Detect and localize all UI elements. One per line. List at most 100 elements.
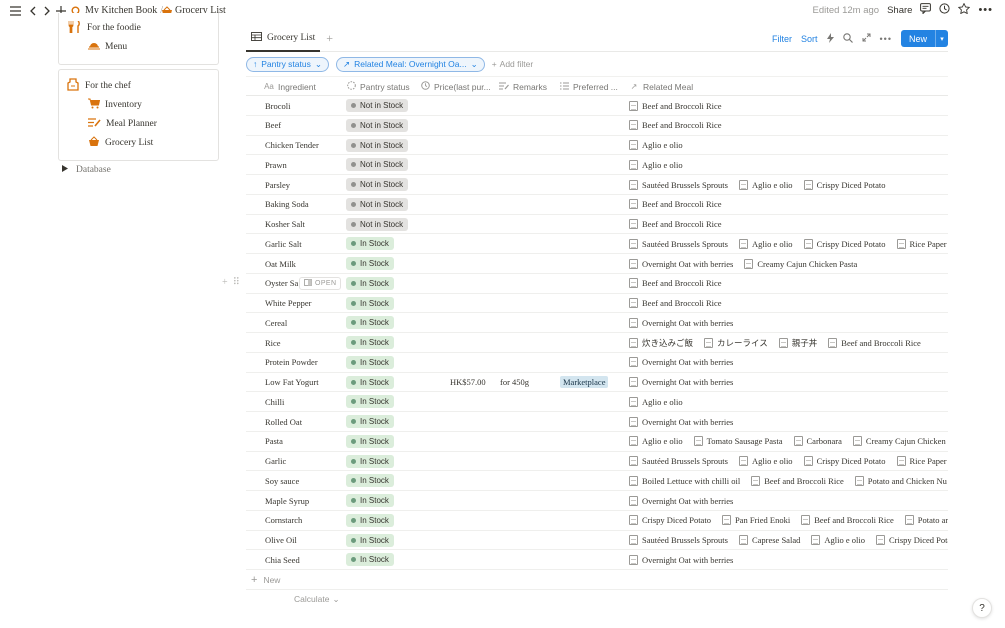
- related-meal-cell[interactable]: Beef and Broccoli Rice: [629, 195, 948, 214]
- ingredient-cell[interactable]: Chilli: [265, 392, 345, 411]
- ingredient-cell[interactable]: Baking Soda: [265, 195, 345, 214]
- table-row[interactable]: Chicken Tender Not in Stock Aglio e olio: [246, 136, 948, 156]
- price-cell[interactable]: [450, 531, 498, 550]
- table-row[interactable]: White Pepper In Stock Beef and Broccoli Ri…: [246, 294, 948, 314]
- ingredient-cell[interactable]: Parsley: [265, 175, 345, 194]
- preferred-cell[interactable]: [560, 274, 626, 293]
- pantry-status-cell[interactable]: In Stock: [346, 452, 418, 471]
- related-meal-cell[interactable]: Overnight Oat with berries: [629, 412, 948, 431]
- remarks-cell[interactable]: [500, 136, 556, 155]
- preferred-cell[interactable]: [560, 294, 626, 313]
- preferred-cell[interactable]: [560, 116, 626, 135]
- forward-arrow-icon[interactable]: [40, 4, 54, 18]
- ingredient-cell[interactable]: Chia Seed: [265, 550, 345, 569]
- price-cell[interactable]: [450, 432, 498, 451]
- related-meal-cell[interactable]: Beef and Broccoli Rice: [629, 215, 948, 234]
- remarks-cell[interactable]: [500, 254, 556, 273]
- remarks-cell[interactable]: [500, 432, 556, 451]
- price-cell[interactable]: [450, 274, 498, 293]
- table-row[interactable]: Garlic In Stock Sautéed Brussels Sprouts Ag…: [246, 452, 948, 472]
- price-cell[interactable]: [450, 353, 498, 372]
- calculate-button[interactable]: Calculate ⌄: [294, 592, 340, 606]
- preferred-cell[interactable]: [560, 392, 626, 411]
- pantry-status-cell[interactable]: In Stock: [346, 313, 418, 332]
- add-row-icon[interactable]: +: [222, 277, 228, 288]
- related-meal-link[interactable]: Overnight Oat with berries: [629, 554, 733, 565]
- ingredient-cell[interactable]: Pasta: [265, 432, 345, 451]
- related-meal-link[interactable]: Potato and: [904, 515, 948, 526]
- price-cell[interactable]: [450, 136, 498, 155]
- price-cell[interactable]: [450, 175, 498, 194]
- pantry-status-cell[interactable]: Not in Stock: [346, 155, 418, 174]
- remarks-cell[interactable]: [500, 274, 556, 293]
- menu-icon[interactable]: [8, 4, 22, 18]
- table-row[interactable]: Protein Powder In Stock Overnight Oat with…: [246, 353, 948, 373]
- related-meal-filter-chip[interactable]: ↗ Related Meal: Overnight Oa... ⌄: [335, 56, 485, 72]
- table-row[interactable]: + ⠿ Oyster Sa OPEN In Stock Beef and Broccoli…: [222, 274, 948, 294]
- preferred-cell[interactable]: [560, 136, 626, 155]
- pantry-status-cell[interactable]: In Stock: [346, 550, 418, 569]
- ingredient-cell[interactable]: Soy sauce: [265, 471, 345, 490]
- preferred-cell[interactable]: [560, 452, 626, 471]
- remarks-cell[interactable]: [500, 471, 556, 490]
- pantry-status-cell[interactable]: In Stock: [346, 531, 418, 550]
- table-row[interactable]: Chilli In Stock Aglio e olio: [246, 392, 948, 412]
- preferred-cell[interactable]: [560, 491, 626, 510]
- sort-button[interactable]: Sort: [801, 34, 818, 44]
- related-meal-cell[interactable]: Boiled Lettuce with chilli oil Beef and B…: [629, 471, 948, 490]
- preferred-cell[interactable]: [560, 313, 626, 332]
- related-meal-link[interactable]: Rice Paper D: [896, 456, 948, 466]
- remarks-cell[interactable]: [500, 550, 556, 569]
- related-meal-link[interactable]: Beef and Broccoli Rice: [828, 337, 921, 348]
- column-header-price[interactable]: Price(last pur...: [420, 77, 496, 96]
- table-row[interactable]: Maple Syrup In Stock Overnight Oat with be…: [246, 491, 948, 511]
- related-meal-cell[interactable]: Overnight Oat with berries: [629, 313, 948, 332]
- column-header-remarks[interactable]: Remarks: [499, 77, 557, 96]
- favorite-star-icon[interactable]: [958, 2, 971, 17]
- preferred-cell[interactable]: [560, 511, 626, 530]
- related-meal-cell[interactable]: Sautéed Brussels Sprouts Aglio e olio Cris…: [629, 234, 948, 253]
- table-row[interactable]: Soy sauce In Stock Boiled Lettuce with chi…: [246, 471, 948, 491]
- table-row[interactable]: Cereal In Stock Overnight Oat with berries: [246, 313, 948, 333]
- price-cell[interactable]: [450, 294, 498, 313]
- related-meal-link[interactable]: Overnight Oat with berries: [629, 258, 733, 269]
- related-meal-link[interactable]: Rice Paper D: [896, 238, 948, 249]
- related-meal-link[interactable]: Boiled Lettuce with chilli oil: [629, 475, 740, 486]
- ingredient-cell[interactable]: Brocoli: [265, 96, 345, 115]
- related-meal-cell[interactable]: Overnight Oat with berries Creamy Cajun C…: [629, 254, 948, 273]
- pantry-status-cell[interactable]: In Stock: [346, 294, 418, 313]
- related-meal-link[interactable]: 炊き込みご飯: [629, 337, 693, 349]
- price-cell[interactable]: [450, 471, 498, 490]
- table-row[interactable]: Rolled Oat In Stock Overnight Oat with ber…: [246, 412, 948, 432]
- related-meal-cell[interactable]: Overnight Oat with berries: [629, 353, 948, 372]
- related-meal-link[interactable]: Aglio e olio: [629, 159, 683, 170]
- related-meal-link[interactable]: Aglio e olio: [738, 456, 793, 466]
- price-cell[interactable]: [450, 412, 498, 431]
- related-meal-cell[interactable]: Sautéed Brussels Sprouts Caprese Salad Agl…: [629, 531, 948, 550]
- add-view-icon[interactable]: +: [326, 31, 333, 46]
- related-meal-cell[interactable]: Aglio e olio: [629, 155, 948, 174]
- table-row[interactable]: Olive Oil In Stock Sautéed Brussels Sprout…: [246, 531, 948, 551]
- pantry-status-sort-chip[interactable]: ↑ Pantry status ⌄: [246, 56, 329, 72]
- remarks-cell[interactable]: [500, 175, 556, 194]
- column-header-related-meal[interactable]: ↗ Related Meal: [629, 77, 749, 96]
- pantry-status-cell[interactable]: In Stock: [346, 274, 418, 293]
- remarks-cell[interactable]: [500, 155, 556, 174]
- related-meal-cell[interactable]: Beef and Broccoli Rice: [629, 96, 948, 115]
- related-meal-cell[interactable]: 炊き込みご飯 カレーライス 親子丼 Beef and Broccoli Rice: [629, 333, 948, 352]
- remarks-cell[interactable]: [500, 491, 556, 510]
- related-meal-link[interactable]: Beef and Broccoli Rice: [629, 278, 722, 289]
- related-meal-link[interactable]: Pan Fried Enoki: [721, 515, 790, 526]
- related-meal-link[interactable]: Overnight Oat with berries: [629, 317, 733, 328]
- table-row[interactable]: Baking Soda Not in Stock Beef and Broccoli…: [246, 195, 948, 215]
- help-button[interactable]: ?: [972, 598, 992, 618]
- pantry-status-cell[interactable]: In Stock: [346, 333, 418, 352]
- related-meal-link[interactable]: Sautéed Brussels Sprouts: [629, 179, 728, 190]
- preferred-cell[interactable]: [560, 471, 626, 490]
- pantry-status-cell[interactable]: In Stock: [346, 373, 418, 392]
- related-meal-link[interactable]: Caprese Salad: [738, 535, 800, 545]
- related-meal-link[interactable]: Tomato Sausage Pasta: [693, 436, 783, 447]
- related-meal-link[interactable]: Overnight Oat with berries: [629, 377, 733, 387]
- related-meal-link[interactable]: Overnight Oat with berries: [629, 495, 733, 506]
- more-options-icon[interactable]: •••: [880, 34, 892, 44]
